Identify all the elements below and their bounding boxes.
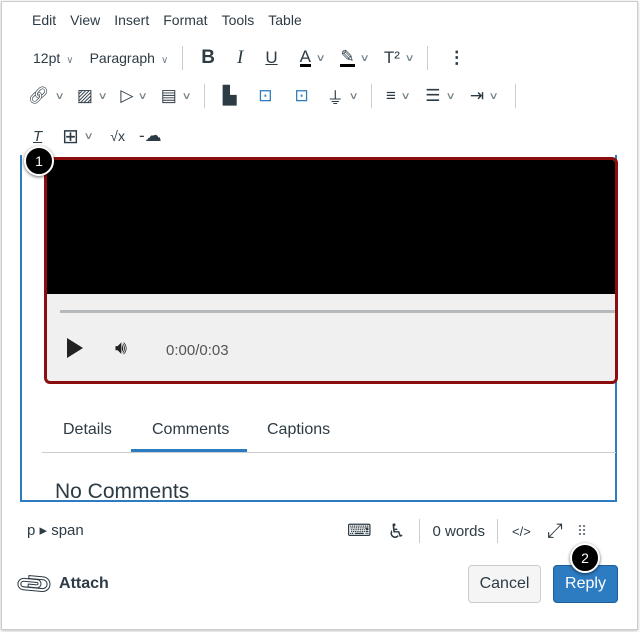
media-player[interactable]: 🔊︎ 0:00/0:03 <box>44 157 618 384</box>
font-size-select[interactable]: 12pt ∨ <box>33 50 74 66</box>
keyboard-icon[interactable]: ⌨ <box>347 521 372 541</box>
callout-badge-2: 2 <box>570 543 600 573</box>
underline-icon[interactable]: U <box>265 48 277 68</box>
chevron-down-icon[interactable]: ∨ <box>489 91 499 102</box>
tab-details[interactable]: Details <box>63 421 112 439</box>
document-icon[interactable]: ▤ <box>161 86 177 106</box>
paperclip-icon: 📎︎ <box>11 561 57 606</box>
chevron-down-icon: ∨ <box>66 55 74 66</box>
list-icon[interactable]: ☰ <box>425 86 440 106</box>
image-icon[interactable]: ▨ <box>77 86 93 106</box>
menu-edit[interactable]: Edit <box>32 12 56 28</box>
cloud-upload-icon[interactable]: -☁ <box>139 126 162 146</box>
attach-button[interactable]: 📎︎ Attach <box>12 562 109 606</box>
media-icon[interactable]: ▷ <box>120 86 133 106</box>
more-icon[interactable]: ⋮ <box>448 48 465 68</box>
chevron-down-icon[interactable]: ∨ <box>400 91 410 102</box>
equation-icon[interactable]: √x <box>110 128 125 144</box>
menu-insert[interactable]: Insert <box>114 12 149 28</box>
link-icon[interactable]: 🔗︎ <box>28 86 50 106</box>
menu-table[interactable]: Table <box>268 12 301 28</box>
menu-view[interactable]: View <box>70 12 100 28</box>
table-icon[interactable]: ⊞ <box>62 124 79 149</box>
italic-icon[interactable]: I <box>237 47 243 69</box>
status-bar-tools: ⌨ ♿︎ 0 words </> ⤢ ⠿ <box>347 518 587 544</box>
chevron-down-icon[interactable]: ∨ <box>54 91 64 102</box>
indent-icon[interactable]: ⇥ <box>470 86 484 106</box>
element-path[interactable]: p ▸ span <box>27 521 84 539</box>
time-display: 0:00/0:03 <box>166 342 229 359</box>
text-color-icon[interactable]: A <box>299 48 311 67</box>
chevron-down-icon[interactable]: ∨ <box>404 53 414 64</box>
menu-tools[interactable]: Tools <box>222 12 255 28</box>
cancel-button[interactable]: Cancel <box>468 565 541 603</box>
lti-tool-icon[interactable]: ⊡ <box>258 86 272 106</box>
plugin-icon[interactable]: ⏚ <box>327 84 344 109</box>
word-count: 0 words <box>432 522 486 540</box>
play-icon[interactable] <box>67 338 83 358</box>
attach-label: Attach <box>59 575 109 592</box>
chevron-down-icon[interactable]: ∨ <box>138 91 148 102</box>
accessibility-icon[interactable]: ♿︎ <box>388 519 406 544</box>
menu-format[interactable]: Format <box>163 12 207 28</box>
chevron-down-icon[interactable]: ∨ <box>348 91 358 102</box>
apps-icon[interactable]: ▙ <box>223 86 236 106</box>
callout-badge-1: 1 <box>24 146 54 176</box>
tab-captions[interactable]: Captions <box>267 421 330 439</box>
font-size-value: 12pt <box>33 50 61 66</box>
html-editor-toggle[interactable]: </> <box>512 524 531 539</box>
chevron-down-icon[interactable]: ∨ <box>445 91 455 102</box>
lti-tool-icon[interactable]: ⊡ <box>294 86 308 106</box>
menubar: Edit View Insert Format Tools Table <box>32 12 302 28</box>
progress-bar[interactable] <box>60 310 615 313</box>
chevron-down-icon[interactable]: ∨ <box>83 131 93 142</box>
superscript-icon[interactable]: T² <box>384 48 400 68</box>
chevron-down-icon[interactable]: ∨ <box>316 53 326 64</box>
align-icon[interactable]: ≡ <box>386 86 396 106</box>
tab-comments[interactable]: Comments <box>152 421 229 439</box>
clear-formatting-icon[interactable]: T <box>33 128 42 145</box>
block-format-select[interactable]: Paragraph ∨ <box>90 50 169 66</box>
media-tabs: Details Comments Captions <box>42 418 616 453</box>
comments-heading: No Comments <box>55 480 190 502</box>
resize-handle-icon[interactable]: ⠿ <box>577 523 587 540</box>
toolbar-row-3: T ⊞ ∨ √x -☁ <box>33 124 162 148</box>
chevron-down-icon[interactable]: ∨ <box>181 91 191 102</box>
block-format-value: Paragraph <box>89 50 155 66</box>
chevron-down-icon[interactable]: ∨ <box>98 91 108 102</box>
fullscreen-icon[interactable]: ⤢ <box>547 520 563 543</box>
active-tab-indicator <box>131 449 247 452</box>
chevron-down-icon[interactable]: ∨ <box>359 53 369 64</box>
bold-icon[interactable]: B <box>201 47 215 69</box>
highlight-icon[interactable]: ✎ <box>340 48 355 67</box>
volume-icon[interactable]: 🔊︎ <box>115 338 127 360</box>
video-screen[interactable] <box>47 160 615 294</box>
toolbar-row-1: 12pt ∨ Paragraph ∨ B I U A ∨ ✎ ∨ T² ∨ ⋮ <box>33 46 465 70</box>
toolbar-row-2: 🔗︎ ∨ ▨ ∨ ▷ ∨ ▤ ∨ ▙ ⊡ ⊡ ⏚ ∨ ≡ ∨ ☰ ∨ ⇥ ∨ <box>28 84 517 109</box>
chevron-down-icon: ∨ <box>160 55 169 66</box>
